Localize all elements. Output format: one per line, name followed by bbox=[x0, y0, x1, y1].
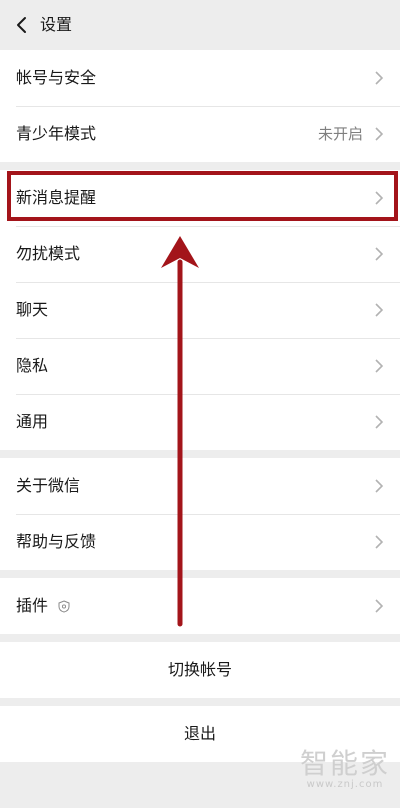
watermark-text: 智能家 bbox=[299, 747, 390, 780]
settings-item-label: 新消息提醒 bbox=[16, 188, 97, 207]
settings-item-teen-mode[interactable]: 青少年模式 未开启 bbox=[0, 106, 400, 162]
settings-item-account-security[interactable]: 帐号与安全 bbox=[0, 50, 400, 106]
chevron-right-icon bbox=[375, 191, 384, 205]
settings-item-new-message-notifications[interactable]: 新消息提醒 bbox=[0, 170, 400, 226]
logout-label: 退出 bbox=[183, 724, 216, 743]
page-title: 设置 bbox=[40, 15, 73, 34]
chevron-right-icon bbox=[375, 479, 384, 493]
chevron-right-icon bbox=[375, 127, 384, 141]
settings-item-about-wechat[interactable]: 关于微信 bbox=[0, 458, 400, 514]
chevron-right-icon bbox=[375, 415, 384, 429]
chevron-right-icon bbox=[375, 599, 384, 613]
settings-item-label: 青少年模式 bbox=[16, 124, 97, 143]
settings-item-do-not-disturb[interactable]: 勿扰模式 bbox=[0, 226, 400, 282]
settings-item-label: 通用 bbox=[16, 412, 49, 431]
settings-item-label: 聊天 bbox=[16, 300, 49, 319]
chevron-right-icon bbox=[375, 535, 384, 549]
settings-item-label: 勿扰模式 bbox=[16, 244, 81, 263]
settings-group: 新消息提醒 勿扰模式 聊天 隐私 通用 bbox=[0, 170, 400, 450]
back-arrow-icon[interactable] bbox=[12, 15, 32, 35]
teen-mode-status: 未开启 bbox=[317, 125, 363, 143]
chevron-right-icon bbox=[375, 71, 384, 85]
nav-bar: 设置 bbox=[0, 0, 400, 50]
settings-item-privacy[interactable]: 隐私 bbox=[0, 338, 400, 394]
plugins-group: 插件 bbox=[0, 578, 400, 634]
chevron-right-icon bbox=[375, 247, 384, 261]
account-group: 帐号与安全 青少年模式 未开启 bbox=[0, 50, 400, 162]
settings-item-label: 隐私 bbox=[16, 356, 49, 375]
settings-item-label: 关于微信 bbox=[16, 476, 81, 495]
shield-icon bbox=[58, 600, 70, 613]
switch-account-button[interactable]: 切换帐号 bbox=[0, 642, 400, 698]
chevron-right-icon bbox=[375, 359, 384, 373]
settings-item-chat[interactable]: 聊天 bbox=[0, 282, 400, 338]
watermark-logo: 智能家 www.znj.com bbox=[299, 747, 390, 791]
about-group: 关于微信 帮助与反馈 bbox=[0, 458, 400, 570]
settings-item-help-feedback[interactable]: 帮助与反馈 bbox=[0, 514, 400, 570]
settings-item-label: 插件 bbox=[16, 596, 49, 615]
settings-item-label: 帮助与反馈 bbox=[16, 532, 97, 551]
chevron-right-icon bbox=[375, 303, 384, 317]
settings-item-label: 帐号与安全 bbox=[16, 68, 97, 87]
settings-item-general[interactable]: 通用 bbox=[0, 394, 400, 450]
settings-item-plugins[interactable]: 插件 bbox=[0, 578, 400, 634]
watermark-url: www.znj.com bbox=[306, 779, 384, 790]
switch-account-label: 切换帐号 bbox=[167, 660, 232, 679]
